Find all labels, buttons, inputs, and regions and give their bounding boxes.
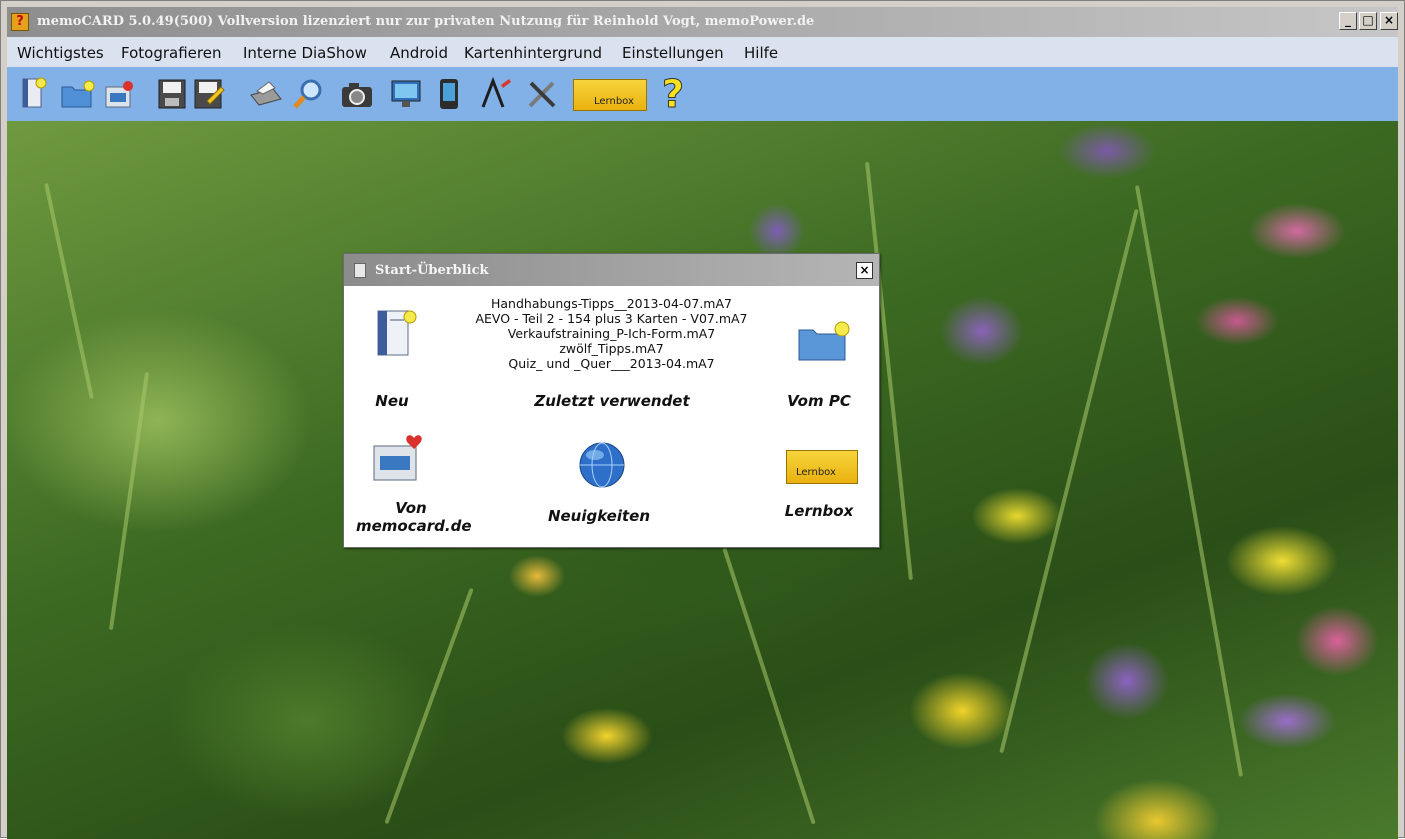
menu-interne-diashow[interactable]: Interne DiaShow — [243, 44, 367, 62]
menu-bar: Wichtigstes Fotografieren Interne DiaSho… — [7, 37, 1398, 67]
menu-hilfe[interactable]: Hilfe — [744, 44, 778, 62]
search-icon[interactable] — [291, 77, 325, 111]
android-icon[interactable] — [435, 77, 463, 111]
from-memocard-label-line2[interactable]: memocard.de — [356, 517, 472, 535]
minimize-button[interactable]: _ — [1339, 12, 1357, 30]
web-download-icon[interactable] — [366, 432, 428, 486]
help-icon[interactable]: ? — [662, 73, 692, 116]
app-icon: ? — [11, 13, 29, 31]
tools-icon[interactable] — [525, 77, 559, 111]
font-icon[interactable] — [479, 77, 513, 111]
lernbox-label: Lernbox — [594, 96, 634, 107]
window-title: memoCARD 5.0.49(500) Vollversion lizenzi… — [37, 14, 815, 29]
grass-blade — [722, 547, 816, 825]
menu-einstellungen[interactable]: Einstellungen — [622, 44, 724, 62]
close-button[interactable]: × — [1380, 12, 1398, 30]
recent-file-1[interactable]: Handhabungs-Tipps__2013-04-07.mA7 — [344, 296, 879, 311]
globe-icon[interactable] — [577, 440, 627, 490]
grass-blade — [108, 371, 150, 631]
web-download-icon[interactable] — [101, 77, 137, 111]
dialog-close-button[interactable]: × — [856, 262, 873, 279]
grass-blade — [999, 208, 1139, 754]
menu-wichtigstes[interactable]: Wichtigstes — [17, 44, 104, 62]
app-window: ? memoCARD 5.0.49(500) Vollversion lizen… — [0, 0, 1405, 839]
from-memocard-label-line1[interactable]: Von — [356, 499, 466, 517]
new-card-icon[interactable] — [19, 77, 47, 111]
lernbox-label[interactable]: Lernbox — [769, 502, 869, 520]
menu-android[interactable]: Android — [390, 44, 448, 62]
from-pc-label[interactable]: Vom PC — [774, 392, 864, 410]
maximize-button[interactable]: □ — [1359, 12, 1377, 30]
start-overview-dialog: Start-Überblick × Handhabungs-Tipps__201… — [343, 253, 880, 548]
toolbar: Lernbox ? — [7, 67, 1398, 121]
menu-kartenhintergrund[interactable]: Kartenhintergrund — [464, 44, 602, 62]
recent-label: Zuletzt verwendet — [534, 392, 690, 410]
open-folder-icon[interactable] — [794, 314, 854, 366]
dialog-title-bar[interactable]: Start-Überblick × — [344, 254, 879, 286]
lernbox-icon[interactable]: Lernbox — [786, 450, 858, 484]
new-button-label[interactable]: Neu — [362, 392, 422, 410]
lernbox-box-label: Lernbox — [796, 467, 836, 478]
grass-blade — [1134, 185, 1244, 777]
print-icon[interactable] — [247, 77, 283, 111]
dialog-title: Start-Überblick — [375, 263, 489, 278]
news-label[interactable]: Neuigkeiten — [524, 507, 674, 525]
menu-fotografieren[interactable]: Fotografieren — [121, 44, 221, 62]
card-icon — [354, 263, 366, 278]
grass-blade — [44, 182, 94, 400]
save-as-icon[interactable] — [193, 77, 225, 111]
slideshow-icon[interactable] — [389, 77, 423, 111]
open-folder-icon[interactable] — [59, 77, 95, 111]
new-card-icon[interactable] — [370, 307, 420, 359]
camera-icon[interactable] — [339, 77, 375, 111]
lernbox-icon[interactable]: Lernbox — [573, 79, 647, 111]
title-bar[interactable]: ? memoCARD 5.0.49(500) Vollversion lizen… — [7, 7, 1398, 37]
save-icon[interactable] — [157, 77, 187, 111]
grass-blade — [384, 587, 474, 825]
